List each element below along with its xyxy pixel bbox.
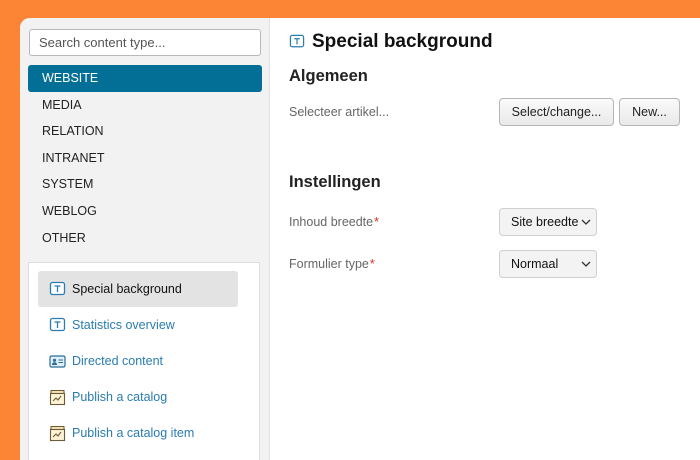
category-item-media[interactable]: MEDIA xyxy=(28,92,262,119)
content-width-label-text: Inhoud breedte xyxy=(289,215,374,229)
text-box-icon xyxy=(49,317,66,331)
category-item-relation[interactable]: RELATION xyxy=(28,118,262,145)
content-type-item-publish-catalog[interactable]: Publish a catalog xyxy=(38,379,238,415)
content-width-select[interactable]: Site breedte xyxy=(499,208,597,236)
content-type-item-special-background[interactable]: Special background xyxy=(38,271,238,307)
required-marker: * xyxy=(369,257,375,271)
category-item-system[interactable]: SYSTEM xyxy=(28,171,262,198)
category-item-other[interactable]: OTHER xyxy=(28,225,262,252)
content-width-value: Site breedte xyxy=(511,215,579,229)
content-type-label: Directed content xyxy=(72,354,164,368)
select-article-label: Selecteer artikel... xyxy=(289,105,390,119)
page-header: Special background xyxy=(289,31,493,53)
new-button[interactable]: New... xyxy=(619,98,680,126)
category-list: WEBSITE MEDIA RELATION INTRANET SYSTEM W… xyxy=(28,65,262,251)
content-type-label: Publish a catalog item xyxy=(72,426,195,440)
chevron-down-icon xyxy=(581,219,591,225)
required-marker: * xyxy=(374,215,379,229)
catalog-icon xyxy=(49,425,66,441)
catalog-icon xyxy=(49,389,66,405)
section-heading-general: Algemeen xyxy=(289,67,368,85)
content-type-list: Special background Statistics overview D… xyxy=(28,262,260,460)
form-type-label-text: Formulier type xyxy=(289,257,369,271)
content-editor: Special background Algemeen Selecteer ar… xyxy=(270,18,700,460)
content-type-label: Special background xyxy=(72,282,182,296)
select-change-button[interactable]: Select/change... xyxy=(499,98,614,126)
content-type-label: Publish a catalog xyxy=(72,390,168,404)
content-width-label: Inhoud breedte* xyxy=(289,215,379,229)
content-type-item-statistics-overview[interactable]: Statistics overview xyxy=(38,307,238,343)
app-window: WEBSITE MEDIA RELATION INTRANET SYSTEM W… xyxy=(20,18,700,460)
form-type-label: Formulier type* xyxy=(289,257,375,271)
category-item-intranet[interactable]: INTRANET xyxy=(28,145,262,172)
content-type-item-directed-content[interactable]: Directed content xyxy=(38,343,238,379)
form-type-value: Normaal xyxy=(511,257,559,271)
category-item-website[interactable]: WEBSITE xyxy=(28,65,262,92)
form-type-select[interactable]: Normaal xyxy=(499,250,597,278)
content-type-item-publish-catalog-item[interactable]: Publish a catalog item xyxy=(38,415,238,451)
section-heading-settings: Instellingen xyxy=(289,173,381,191)
contact-card-icon xyxy=(49,354,66,368)
chevron-down-icon xyxy=(581,261,591,267)
text-box-icon xyxy=(289,34,305,48)
sidebar: WEBSITE MEDIA RELATION INTRANET SYSTEM W… xyxy=(20,18,270,460)
text-box-icon xyxy=(49,281,66,295)
category-item-weblog[interactable]: WEBLOG xyxy=(28,198,262,225)
page-title: Special background xyxy=(312,31,493,52)
search-input[interactable] xyxy=(29,29,261,56)
content-type-label: Statistics overview xyxy=(72,318,175,332)
